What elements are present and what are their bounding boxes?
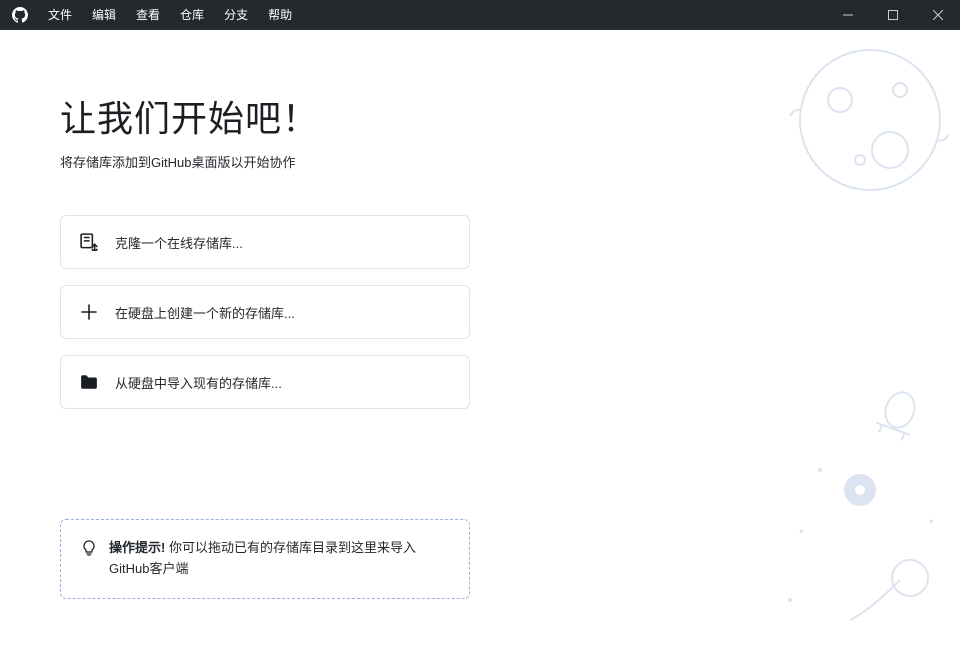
menu-bar: 文件 编辑 查看 仓库 分支 帮助 [38, 0, 302, 30]
create-repo-button[interactable]: 在硬盘上创建一个新的存储库... [60, 285, 470, 339]
menu-repo[interactable]: 仓库 [170, 0, 214, 30]
pro-tip-box: 操作提示! 你可以拖动已有的存储库目录到这里来导入GitHub客户端 [60, 519, 470, 599]
minimize-button[interactable] [825, 0, 870, 30]
space-illustration [760, 380, 960, 640]
github-logo-icon [12, 7, 28, 23]
add-repo-button[interactable]: 从硬盘中导入现有的存储库... [60, 355, 470, 409]
create-repo-label: 在硬盘上创建一个新的存储库... [115, 303, 295, 322]
window-controls [825, 0, 960, 30]
clone-repo-label: 克隆一个在线存储库... [115, 233, 243, 252]
clone-repo-button[interactable]: 克隆一个在线存储库... [60, 215, 470, 269]
lightbulb-icon [81, 540, 97, 563]
close-button[interactable] [915, 0, 960, 30]
menu-file[interactable]: 文件 [38, 0, 82, 30]
plus-icon [79, 302, 99, 322]
menu-branch[interactable]: 分支 [214, 0, 258, 30]
titlebar: 文件 编辑 查看 仓库 分支 帮助 [0, 0, 960, 30]
welcome-content: 让我们开始吧！ 将存储库添加到GitHub桌面版以开始协作 克隆一个在线存储库.… [0, 30, 960, 660]
maximize-button[interactable] [870, 0, 915, 30]
menu-edit[interactable]: 编辑 [82, 0, 126, 30]
menu-help[interactable]: 帮助 [258, 0, 302, 30]
welcome-title: 让我们开始吧！ [60, 90, 960, 142]
menu-view[interactable]: 查看 [126, 0, 170, 30]
clone-icon [79, 232, 99, 252]
pro-tip-text: 操作提示! 你可以拖动已有的存储库目录到这里来导入GitHub客户端 [109, 538, 449, 580]
welcome-subtitle: 将存储库添加到GitHub桌面版以开始协作 [60, 152, 960, 171]
folder-icon [79, 372, 99, 392]
action-list: 克隆一个在线存储库... 在硬盘上创建一个新的存储库... 从硬盘中导入现有的存… [60, 215, 470, 409]
add-repo-label: 从硬盘中导入现有的存储库... [115, 373, 282, 392]
